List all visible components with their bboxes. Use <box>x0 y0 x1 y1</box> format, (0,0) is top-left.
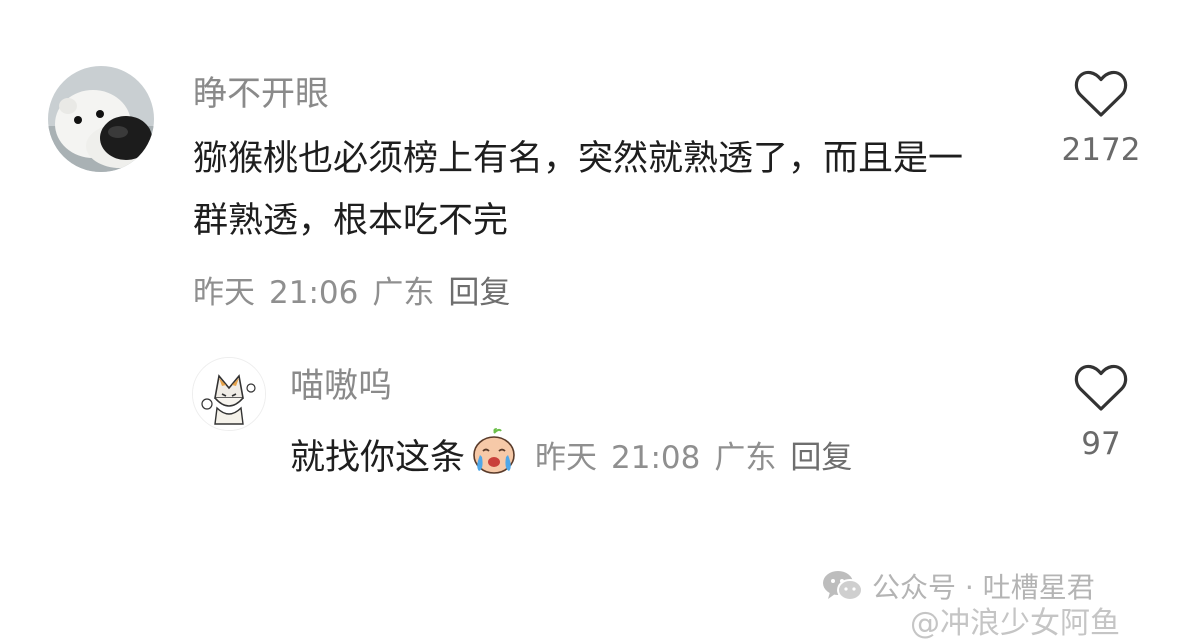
comment-text: 就找你这条 <box>290 437 466 478</box>
reply-row: 就找你这条 昨天 21:08 广东 回复 <box>290 428 866 480</box>
weibo-watermark-text: @冲浪少女阿鱼 <box>910 606 1120 641</box>
heart-icon[interactable] <box>1074 70 1128 118</box>
comment-meta: 昨天 21:06 广东 回复 <box>193 274 524 312</box>
comment-date: 昨天 <box>193 275 255 311</box>
reply-button[interactable]: 回复 <box>790 440 852 476</box>
comment-text: 猕猴桃也必须榜上有名，突然就熟透了，而且是一群熟透，根本吃不完 <box>193 139 964 241</box>
comment-date: 昨天 <box>535 439 598 476</box>
like-button[interactable]: 97 <box>1056 364 1146 462</box>
polar-bear-avatar-icon <box>48 66 154 172</box>
comment-time: 21:06 <box>269 275 359 311</box>
comment-username[interactable]: 睁不开眼 <box>193 74 329 114</box>
like-button[interactable]: 2172 <box>1056 70 1146 168</box>
avatar[interactable] <box>48 66 154 172</box>
comment-location: 广东 <box>372 275 435 311</box>
avatar[interactable] <box>192 357 266 431</box>
comment-time: 21:08 <box>611 439 701 476</box>
crying-face-emoji-icon <box>467 427 521 481</box>
heart-icon[interactable] <box>1074 364 1128 412</box>
comment-meta: 昨天 21:08 广东 回复 <box>535 432 866 477</box>
comment-username[interactable]: 喵嗷呜 <box>290 366 392 406</box>
wechat-icon <box>823 571 863 601</box>
cartoon-cat-avatar-icon <box>193 358 265 430</box>
like-count: 2172 <box>1061 132 1141 168</box>
like-count: 97 <box>1081 426 1121 462</box>
comment-location: 广东 <box>714 439 777 476</box>
reply-button[interactable]: 回复 <box>448 275 510 311</box>
